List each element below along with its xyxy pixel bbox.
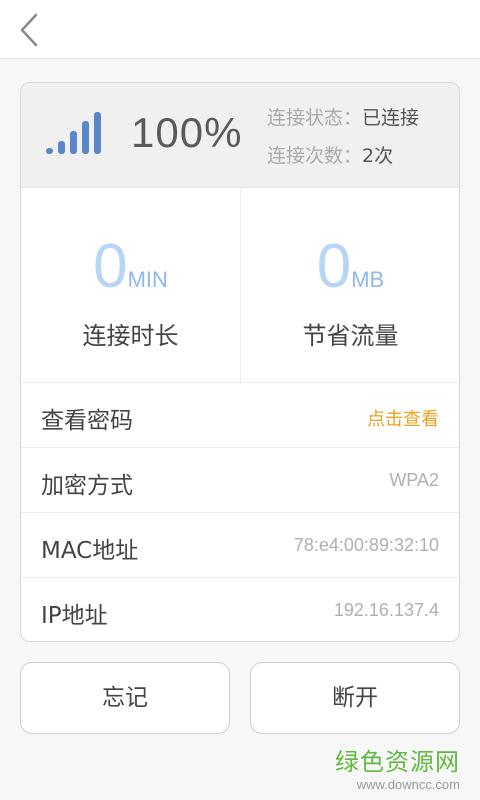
mac-address-row: MAC地址 78:e4:00:89:32:10 <box>21 512 459 577</box>
encryption-label: 加密方式 <box>41 473 133 499</box>
watermark-name: 绿色资源网 <box>335 748 460 776</box>
encryption-value: WPA2 <box>389 470 439 490</box>
duration-label: 连接时长 <box>82 322 179 350</box>
watermark: 绿色资源网 www.downcc.com <box>335 742 460 792</box>
connection-header: 100% 连接状态：已连接 连接次数：2次 <box>21 83 459 188</box>
view-password-label: 查看密码 <box>41 408 133 434</box>
traffic-label: 节省流量 <box>302 322 399 350</box>
disconnect-button[interactable]: 断开 <box>250 662 460 734</box>
duration-value: 0 <box>93 232 128 301</box>
chevron-left-icon <box>20 13 38 47</box>
duration-unit: MIN <box>127 267 168 292</box>
traffic-unit: MB <box>351 267 385 292</box>
encryption-row: 加密方式 WPA2 <box>21 447 459 512</box>
view-password-row[interactable]: 查看密码 点击查看 <box>21 382 459 447</box>
top-bar <box>0 0 480 59</box>
mac-address-value: 78:e4:00:89:32:10 <box>293 535 439 555</box>
traffic-value: 0 <box>316 232 352 301</box>
connection-status-label: 连接状态： <box>267 107 363 129</box>
connection-count-value: 2次 <box>362 145 394 167</box>
view-password-link[interactable]: 点击查看 <box>367 405 439 431</box>
signal-strength: 100% <box>131 109 243 156</box>
wifi-signal-icon <box>45 111 105 155</box>
forget-button[interactable]: 忘记 <box>20 662 230 734</box>
connection-duration-stat: 0MIN 连接时长 <box>21 188 240 382</box>
mac-address-label: MAC地址 <box>41 538 139 564</box>
back-button[interactable] <box>14 12 46 48</box>
connection-count-label: 连接次数： <box>267 145 363 167</box>
connection-status-value: 已连接 <box>362 107 420 129</box>
ip-address-row: IP地址 192.16.137.4 <box>21 577 459 641</box>
connection-count: 连接次数：2次 <box>267 141 393 168</box>
ip-address-value: 192.16.137.4 <box>333 600 439 620</box>
ip-address-label: IP地址 <box>41 603 108 629</box>
saved-traffic-stat: 0MB 节省流量 <box>240 188 459 382</box>
connection-status: 连接状态：已连接 <box>267 103 419 130</box>
wifi-detail-card: 100% 连接状态：已连接 连接次数：2次 0MIN 连接时长 0MB 节省流量… <box>20 82 460 642</box>
watermark-url: www.downcc.com <box>356 777 460 792</box>
usage-stats: 0MIN 连接时长 0MB 节省流量 <box>21 188 459 382</box>
